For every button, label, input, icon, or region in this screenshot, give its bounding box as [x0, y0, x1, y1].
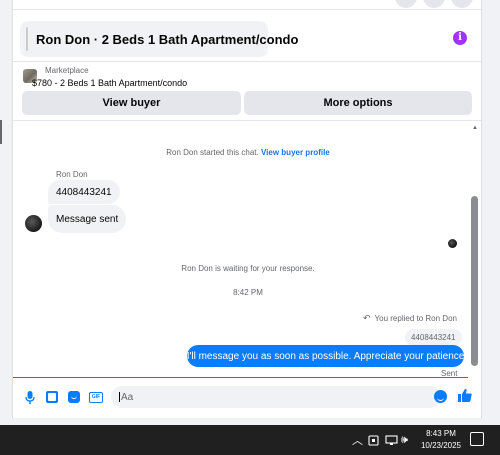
window-controls [395, 0, 473, 8]
left-edge-marker [0, 120, 2, 144]
sender-name: Ron Don [56, 170, 88, 179]
chat-started-notice: Ron Don started this chat. View buyer pr… [13, 148, 483, 157]
chat-started-text: Ron Don started this chat. [166, 148, 259, 157]
show-hidden-icons-chevron-icon[interactable]: ︿ [352, 425, 363, 455]
taskbar: ︿ 🕪 8:43 PM 10/23/2025 [0, 425, 500, 455]
reply-arrow-icon: ↶ [363, 313, 371, 323]
view-buyer-button[interactable]: View buyer [22, 91, 241, 115]
photo-gallery-icon[interactable] [45, 390, 59, 404]
info-icon[interactable]: i [453, 31, 467, 45]
control-button[interactable] [451, 0, 473, 8]
clock-date: 10/23/2025 [420, 441, 462, 450]
read-receipt-avatar [448, 239, 457, 248]
microphone-icon[interactable] [23, 390, 37, 404]
scroll-up-arrow-icon[interactable]: ▲ [471, 124, 479, 132]
header-divider [13, 61, 481, 62]
sticker-icon[interactable] [67, 390, 81, 404]
messages-divider [13, 120, 481, 121]
message-input-placeholder: Aa [121, 391, 134, 403]
reply-context: ↶ You replied to Ron Don [363, 313, 457, 324]
conversation-title: Ron Don · 2 Beds 1 Bath Apartment/condo [36, 31, 299, 47]
quoted-message[interactable]: 4408443241 [405, 329, 462, 346]
scrollbar-thumb[interactable] [471, 196, 478, 366]
volume-icon[interactable]: 🕪 [401, 425, 408, 455]
view-buyer-profile-link[interactable]: View buyer profile [261, 148, 330, 157]
control-button[interactable] [423, 0, 445, 8]
message-timestamp: 8:42 PM [233, 288, 263, 297]
message-input[interactable]: Aa [111, 386, 441, 408]
more-options-button[interactable]: More options [244, 91, 472, 115]
control-button[interactable] [395, 0, 417, 8]
incoming-message[interactable]: Message sent [48, 205, 127, 233]
reply-context-label: You replied to Ron Don [374, 314, 457, 323]
top-strip [13, 0, 481, 10]
listing-price: $780 - 2 Beds 1 Bath Apartment/condo [32, 78, 188, 88]
waiting-notice: Ron Don is waiting for your response. [181, 264, 315, 273]
notification-center-icon[interactable] [470, 432, 484, 446]
text-caret [119, 392, 120, 402]
gif-icon[interactable]: GIF [89, 390, 103, 404]
listing-source: Marketplace [45, 66, 89, 75]
clock-time: 8:43 PM [426, 429, 456, 438]
listing-summary[interactable]: Marketplace $780 - 2 Beds 1 Bath Apartme… [23, 66, 187, 88]
thumbs-up-icon[interactable] [458, 388, 472, 405]
screen: Ron Don · 2 Beds 1 Bath Apartment/condo … [0, 0, 500, 455]
outgoing-message[interactable]: I'll message you as soon as possible. Ap… [187, 345, 464, 367]
sender-avatar[interactable] [25, 215, 42, 232]
incoming-message[interactable]: 4408443241 [48, 180, 120, 204]
chat-window: Ron Don · 2 Beds 1 Bath Apartment/condo … [12, 0, 482, 418]
network-icon[interactable] [385, 425, 398, 455]
listing-thumbnail [26, 27, 28, 51]
device-icon[interactable] [368, 425, 379, 455]
composer-divider [13, 377, 468, 378]
emoji-icon[interactable] [434, 390, 447, 403]
conversation-header[interactable]: Ron Don · 2 Beds 1 Bath Apartment/condo [20, 21, 298, 57]
system-clock[interactable]: 8:43 PM 10/23/2025 [418, 428, 464, 452]
